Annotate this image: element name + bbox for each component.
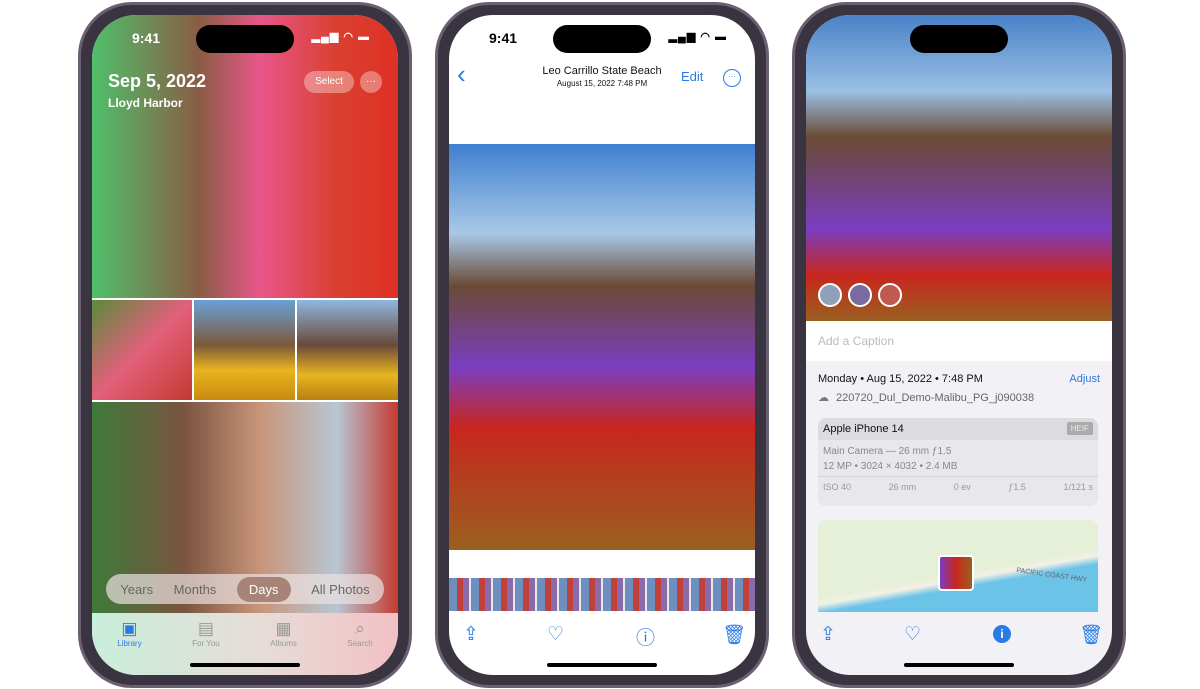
cloud-check-icon: ☁ — [818, 392, 829, 404]
edit-button[interactable]: Edit — [681, 69, 703, 84]
exif-aperture: ƒ1.5 — [1008, 482, 1026, 492]
trash-icon[interactable]: 🗑 — [722, 623, 746, 647]
person-avatar[interactable] — [818, 283, 842, 307]
favorite-heart-icon[interactable]: ♡ — [904, 623, 921, 646]
favorite-heart-icon[interactable]: ♡ — [547, 623, 564, 646]
select-button[interactable]: Select — [304, 71, 354, 93]
share-icon[interactable]: ⇪ — [463, 623, 479, 646]
library-screen: 9:41 ▂▄▆ ◠ ▬ Sep 5, 2022 Lloyd Harbor Sel… — [92, 15, 398, 675]
segment-months[interactable]: Months — [174, 582, 217, 597]
caption-field[interactable]: Add a Caption — [806, 321, 1112, 361]
device-header: Apple iPhone 14 HEIF — [818, 418, 1098, 440]
dynamic-island — [910, 25, 1008, 53]
more-button[interactable]: ··· — [360, 71, 382, 93]
segment-all-photos[interactable]: All Photos — [311, 582, 370, 597]
grid-photo[interactable] — [194, 300, 295, 400]
info-screen: Add a Caption Monday • Aug 15, 2022 • 7:… — [806, 15, 1112, 675]
dynamic-island — [553, 25, 651, 53]
signal-wifi-battery-icon: ▂▄▆ ◠ ▬ — [668, 31, 727, 43]
format-badge: HEIF — [1066, 422, 1093, 435]
albums-icon: ▦ — [275, 619, 292, 638]
trash-icon[interactable]: 🗑 — [1079, 623, 1103, 647]
signal-wifi-battery-icon: ▂▄▆ ◠ ▬ — [311, 31, 370, 43]
day-location: Lloyd Harbor — [108, 96, 183, 110]
info-photo[interactable] — [806, 15, 1112, 321]
exif-row: ISO 40 26 mm 0 ev ƒ1.5 1/121 s — [818, 476, 1098, 497]
segment-days[interactable]: Days — [236, 576, 291, 602]
grid-photo[interactable] — [92, 300, 192, 400]
device-name: Apple iPhone 14 — [823, 423, 904, 435]
home-indicator — [547, 663, 657, 667]
thumbnail-strip[interactable] — [449, 578, 755, 611]
home-indicator — [190, 663, 300, 667]
capture-datetime: Monday • Aug 15, 2022 • 7:48 PM — [818, 373, 983, 385]
exif-ev: 0 ev — [953, 482, 971, 492]
exif-focal: 26 mm — [888, 482, 917, 492]
tab-label: Albums — [270, 639, 297, 648]
search-icon: ⌕ — [355, 619, 365, 638]
exif-shutter: 1/121 s — [1063, 482, 1093, 492]
info-icon-active[interactable]: i — [993, 625, 1011, 643]
status-time: 9:41 — [132, 30, 161, 46]
home-indicator — [904, 663, 1014, 667]
file-name: 220720_Dul_Demo-Malibu_PG_j090038 — [836, 392, 1035, 404]
photo-title: Leo Carrillo State Beach — [542, 65, 662, 77]
main-photo[interactable] — [449, 144, 755, 550]
for-you-icon: ▤ — [197, 619, 214, 638]
camera-details-card: Apple iPhone 14 HEIF Main Camera — 26 mm … — [818, 418, 1098, 506]
lens-info: Main Camera — 26 mm ƒ1.5 — [823, 446, 952, 457]
day-date: Sep 5, 2022 — [108, 71, 207, 91]
person-avatar[interactable] — [878, 283, 902, 307]
tab-label: Library — [117, 639, 142, 648]
phone-photo-viewer: 9:41 ▂▄▆ ◠ ▬ ‹ Leo Carrillo State Beach A… — [435, 2, 769, 688]
tab-label: Search — [347, 639, 373, 648]
tab-library[interactable]: ▣ Library — [117, 619, 141, 675]
more-button[interactable]: ··· — [723, 69, 741, 87]
info-icon[interactable]: ⓘ — [636, 623, 655, 650]
status-time: 9:41 — [489, 30, 518, 46]
map-photo-pin[interactable] — [938, 555, 974, 591]
people-tags[interactable] — [818, 283, 902, 307]
image-specs: 12 MP • 3024 × 4032 • 2.4 MB — [823, 461, 958, 472]
view-segmented-control: Years Months Days All Photos — [106, 574, 384, 604]
grid-photo[interactable] — [297, 300, 398, 400]
day-hero-photo[interactable] — [92, 15, 398, 298]
location-map[interactable]: PACIFIC COAST HWY — [818, 520, 1098, 612]
map-road-label: PACIFIC COAST HWY — [1015, 567, 1088, 584]
photo-library-icon: ▣ — [121, 619, 138, 638]
phone-library: 9:41 ▂▄▆ ◠ ▬ Sep 5, 2022 Lloyd Harbor Sel… — [78, 2, 412, 688]
tab-search[interactable]: ⌕ Search — [347, 619, 372, 675]
viewer-screen: 9:41 ▂▄▆ ◠ ▬ ‹ Leo Carrillo State Beach A… — [449, 15, 755, 675]
tab-label: For You — [192, 639, 220, 648]
dynamic-island — [196, 25, 294, 53]
phone-photo-info: Add a Caption Monday • Aug 15, 2022 • 7:… — [792, 2, 1126, 688]
photo-subtitle: August 15, 2022 7:48 PM — [556, 79, 648, 88]
segment-years[interactable]: Years — [120, 582, 153, 597]
share-icon[interactable]: ⇪ — [820, 623, 836, 646]
adjust-button[interactable]: Adjust — [1069, 373, 1100, 385]
exif-iso: ISO 40 — [823, 482, 852, 492]
person-avatar[interactable] — [848, 283, 872, 307]
